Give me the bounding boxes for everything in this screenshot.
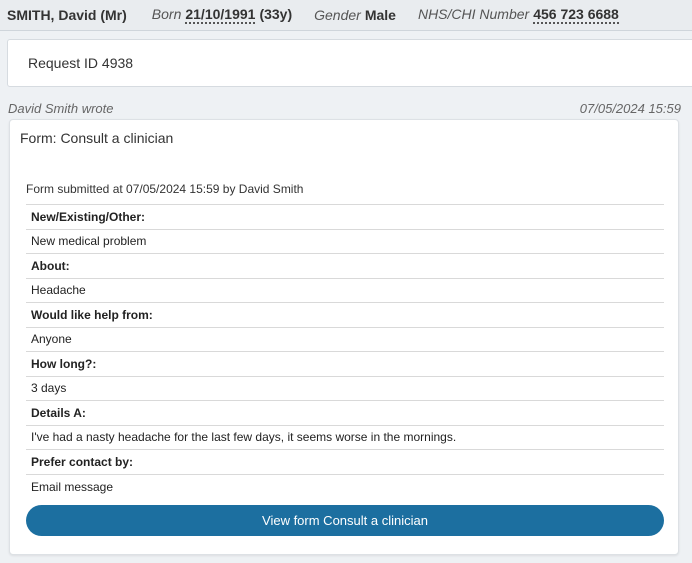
question-row: About: (26, 254, 664, 279)
nhs-number[interactable]: 456 723 6688 (533, 6, 619, 24)
question-row: New/Existing/Other: (26, 205, 664, 230)
answer-row: Anyone (26, 328, 664, 352)
message-timestamp: 07/05/2024 15:59 (579, 101, 681, 116)
request-id: Request ID 4938 (28, 55, 134, 71)
born-date[interactable]: 21/10/1991 (185, 6, 256, 24)
patient-age: (33y) (259, 6, 293, 22)
submitted-text: Form submitted at 07/05/2024 15:59 by Da… (26, 182, 304, 196)
answer-row: I've had a nasty headache for the last f… (26, 426, 664, 450)
gender-value: Male (364, 7, 396, 23)
message-meta: David Smith wrote 07/05/2024 15:59 (8, 101, 681, 116)
patient-banner: SMITH, David (Mr) Born 21/10/1991 (33y) … (0, 0, 692, 31)
answer-row: New medical problem (26, 230, 664, 254)
nhs-label: NHS/CHI Number (417, 6, 530, 22)
question-row: Details A: (26, 401, 664, 426)
answer-row: Headache (26, 279, 664, 303)
question-row: Prefer contact by: (26, 450, 664, 475)
patient-name: SMITH, David (Mr) (7, 7, 127, 23)
form-title: Form: Consult a clinician (20, 130, 174, 146)
view-form-button[interactable]: View form Consult a clinician (26, 505, 664, 536)
answer-row: Email message (31, 479, 114, 494)
born-label: Born (151, 6, 182, 22)
question-row: How long?: (26, 352, 664, 377)
born-group: Born 21/10/1991 (33y) (152, 6, 292, 24)
answer-row: 3 days (26, 377, 664, 401)
gender-label: Gender (314, 7, 361, 23)
form-answers: New/Existing/Other: New medical problem … (26, 204, 664, 499)
message-card: Form: Consult a clinician Form submitted… (9, 119, 679, 555)
nhs-group: NHS/CHI Number 456 723 6688 (418, 6, 619, 24)
request-header: Request ID 4938 (7, 39, 692, 87)
gender-group: Gender Male (314, 7, 396, 23)
author-line: David Smith wrote (8, 101, 114, 116)
question-row: Would like help from: (26, 303, 664, 328)
